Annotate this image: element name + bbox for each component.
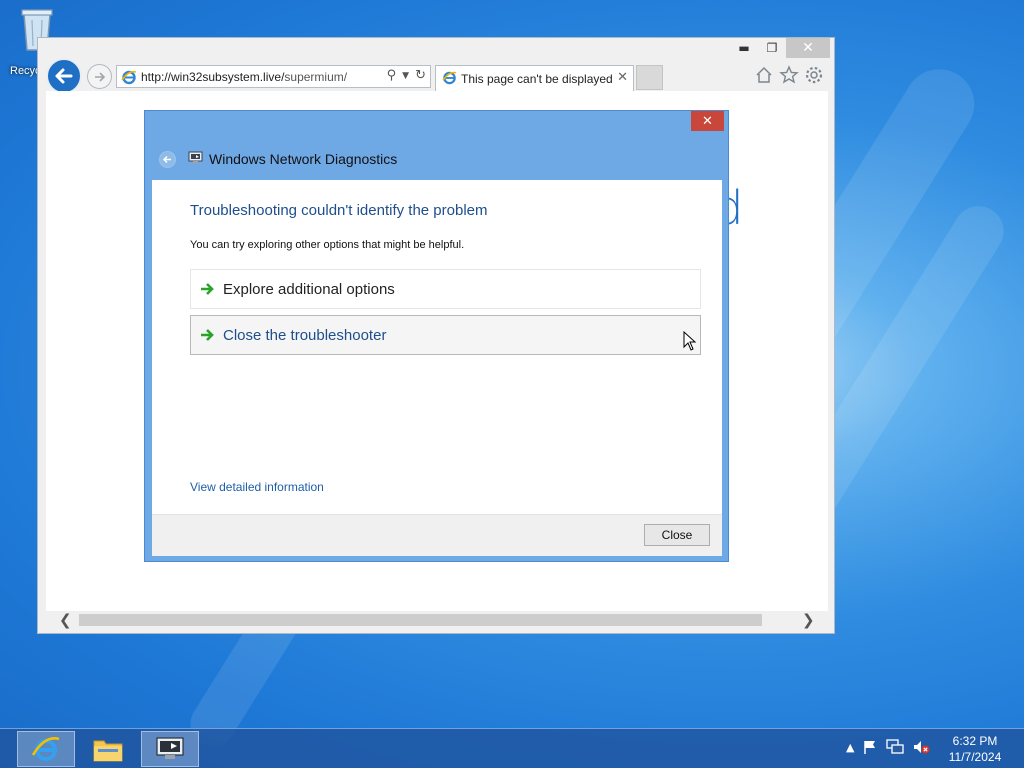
home-icon[interactable] [754,65,774,85]
taskbar-network-diagnostics[interactable] [141,731,199,767]
settings-gear-icon[interactable] [804,65,824,85]
internet-explorer-icon [31,737,60,761]
forward-button[interactable] [87,64,112,89]
back-arrow-icon [162,155,171,164]
result-subtext: You can try exploring other options that… [190,239,465,251]
search-icon[interactable]: ⚲ [387,68,397,83]
view-detailed-information-link[interactable]: View detailed information [190,480,324,494]
scroll-left-icon[interactable]: ❮ [59,611,72,629]
browser-toolbar-right [754,65,824,85]
network-icon[interactable] [886,739,905,755]
new-tab-button[interactable] [636,65,663,90]
favorites-star-icon[interactable] [779,65,799,85]
network-diagnostics-icon [188,151,203,164]
dialog-back-button[interactable] [159,151,176,168]
file-explorer-icon [93,740,123,762]
horizontal-scrollbar[interactable]: ❮ ❯ [46,611,828,629]
dialog-title: Windows Network Diagnostics [209,151,398,167]
close-troubleshooter-button[interactable]: Close the troubleshooter [190,315,701,355]
scroll-right-icon[interactable]: ❯ [802,611,815,629]
close-troubleshooter-label: Close the troubleshooter [223,327,387,344]
recycle-bin-label: Recyc [10,65,41,77]
back-button[interactable] [46,58,82,94]
mouse-cursor-icon [683,331,697,351]
show-hidden-icons-chevron[interactable]: ▲ [846,741,854,754]
ie-tab-icon [442,71,457,85]
action-center-flag-icon[interactable] [862,739,878,755]
dialog-footer: Close [152,514,722,556]
tab-title: This page can't be displayed [461,72,613,86]
taskbar-internet-explorer[interactable] [17,731,75,767]
forward-arrow-icon [94,71,105,82]
window-close-button[interactable]: ✕ [786,38,830,58]
clock-date: 11/7/2024 [948,750,1002,764]
close-button[interactable]: Close [644,524,710,546]
minimize-button[interactable]: ▬ [730,38,758,58]
url-text: http://win32subsystem.live/supermium/ [141,70,348,84]
tab-page-error[interactable]: This page can't be displayed ✕ [435,65,634,91]
dialog-body: Troubleshooting couldn't identify the pr… [152,180,722,514]
address-tools: ⚲ ▼ ↻ [387,68,426,83]
green-arrow-icon [201,329,214,341]
result-heading: Troubleshooting couldn't identify the pr… [190,202,488,219]
ie-page-icon [121,70,137,85]
tab-close-icon[interactable]: ✕ [617,70,628,85]
taskbar: ▲ 6:32 PM 11/7/2024 [0,728,1024,768]
dialog-close-button[interactable]: ✕ [691,111,724,131]
system-tray: ▲ [846,739,930,755]
taskbar-file-explorer[interactable] [79,731,137,767]
green-arrow-icon [201,283,214,295]
network-diagnostics-icon [156,737,184,759]
network-diagnostics-dialog: ✕ Windows Network Diagnostics Troublesho… [144,110,729,562]
refresh-icon[interactable]: ↻ [415,68,426,83]
maximize-button[interactable]: ❐ [758,38,786,58]
explore-options-button[interactable]: Explore additional options [190,269,701,309]
volume-muted-icon[interactable] [912,739,930,755]
taskbar-clock[interactable]: 6:32 PM 11/7/2024 [940,733,1010,765]
dropdown-icon[interactable]: ▼ [402,68,409,83]
explore-options-label: Explore additional options [223,281,395,298]
address-bar[interactable]: http://win32subsystem.live/supermium/ ⚲ … [116,65,431,88]
scrollbar-thumb[interactable] [79,614,762,626]
clock-time: 6:32 PM [952,734,998,748]
back-arrow-icon [55,68,73,84]
